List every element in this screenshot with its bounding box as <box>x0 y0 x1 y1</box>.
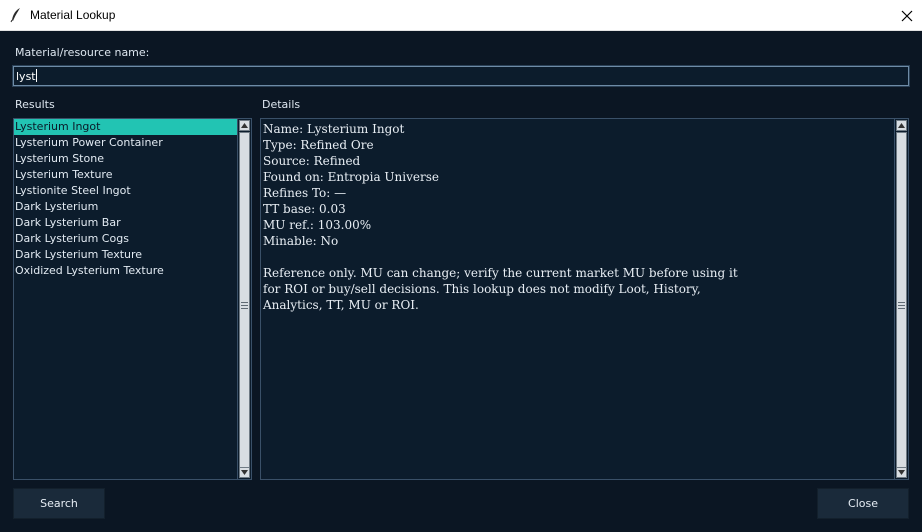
scroll-thumb[interactable] <box>896 132 907 478</box>
details-textbox[interactable]: Name: Lysterium Ingot Type: Refined Ore So… <box>260 118 909 480</box>
arrow-down-icon <box>241 470 248 475</box>
window-close-button[interactable] <box>892 0 922 31</box>
scroll-thumb[interactable] <box>239 132 250 478</box>
grip-icon <box>241 301 248 309</box>
details-text: Name: Lysterium Ingot Type: Refined Ore So… <box>262 121 892 477</box>
details-line: Found on: Entropia Universe <box>263 170 439 184</box>
results-label: Results <box>15 98 55 111</box>
arrow-up-icon <box>898 123 905 128</box>
details-line <box>263 249 892 265</box>
name-label: Material/resource name: <box>15 46 150 59</box>
details-line: Reference only. MU can change; verify th… <box>263 266 738 280</box>
scroll-up-button[interactable] <box>239 120 250 131</box>
list-item[interactable]: Dark Lysterium <box>14 199 238 215</box>
feather-icon <box>10 8 20 23</box>
details-line: for ROI or buy/sell decisions. This look… <box>263 282 701 296</box>
list-item[interactable]: Dark Lysterium Cogs <box>14 231 238 247</box>
details-line: Name: Lysterium Ingot <box>263 122 405 136</box>
search-button[interactable]: Search <box>13 488 105 519</box>
details-scrollbar[interactable] <box>894 119 908 479</box>
list-item[interactable]: Lysterium Texture <box>14 167 238 183</box>
arrow-up-icon <box>241 123 248 128</box>
list-item[interactable]: Lystionite Steel Ingot <box>14 183 238 199</box>
list-item[interactable]: Lysterium Ingot <box>14 119 238 135</box>
details-line: Source: Refined <box>263 154 361 168</box>
search-input-value: lyst <box>16 70 36 83</box>
details-line: Analytics, TT, MU or ROI. <box>263 298 419 312</box>
details-line: Minable: No <box>263 234 339 248</box>
scroll-down-button[interactable] <box>239 467 250 478</box>
close-button[interactable]: Close <box>817 488 909 519</box>
details-label: Details <box>262 98 301 111</box>
list-item[interactable]: Dark Lysterium Texture <box>14 247 238 263</box>
results-list: Lysterium Ingot Lysterium Power Container… <box>14 119 238 479</box>
close-icon <box>901 10 913 21</box>
results-listbox[interactable]: Lysterium Ingot Lysterium Power Container… <box>13 118 252 480</box>
list-item[interactable]: Dark Lysterium Bar <box>14 215 238 231</box>
list-item[interactable]: Lysterium Stone <box>14 151 238 167</box>
list-item[interactable]: Oxidized Lysterium Texture <box>14 263 238 279</box>
details-line: TT base: 0.03 <box>263 202 346 216</box>
arrow-down-icon <box>898 470 905 475</box>
grip-icon <box>898 301 905 309</box>
details-line: Refines To: — <box>263 186 347 200</box>
text-caret <box>35 69 37 82</box>
search-input[interactable]: lyst <box>12 65 910 87</box>
scroll-up-button[interactable] <box>896 120 907 131</box>
list-item[interactable]: Lysterium Power Container <box>14 135 238 151</box>
details-line: Type: Refined Ore <box>263 138 374 152</box>
title-bar: Material Lookup <box>0 0 922 31</box>
scroll-down-button[interactable] <box>896 467 907 478</box>
details-line: MU ref.: 103.00% <box>263 218 372 232</box>
material-lookup-window: Material Lookup Material/resource name: … <box>0 0 922 532</box>
window-title: Material Lookup <box>30 8 116 22</box>
results-scrollbar[interactable] <box>237 119 251 479</box>
